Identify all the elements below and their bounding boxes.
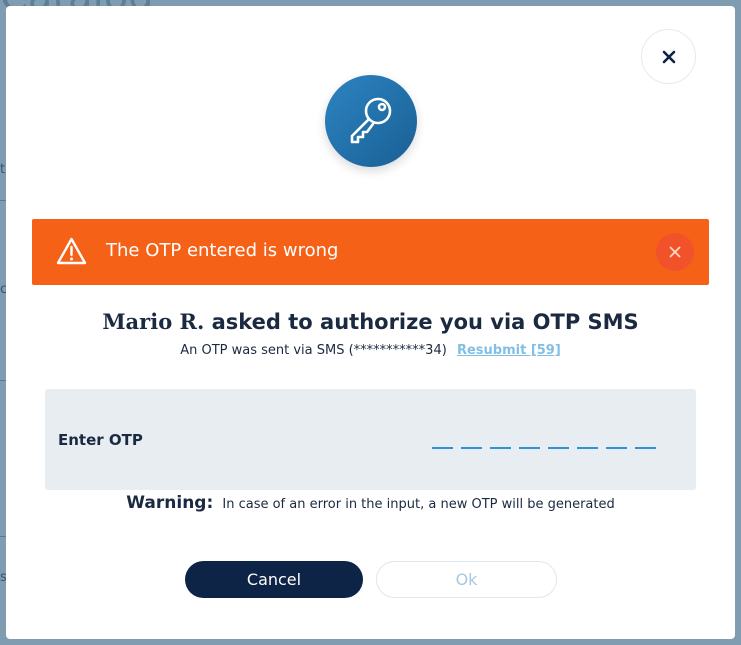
warning-text: In case of an error in the input, a new …	[222, 497, 615, 512]
alert-message: The OTP entered is wrong	[106, 240, 339, 261]
modal-close-button[interactable]	[641, 29, 696, 84]
headline-text: asked to authorize you via OTP SMS	[204, 310, 639, 334]
otp-digit-field[interactable]	[548, 431, 569, 449]
alert-close-button[interactable]	[656, 233, 694, 271]
key-icon	[350, 97, 392, 144]
requester-name: Mario R.	[102, 309, 205, 334]
otp-digit-field[interactable]	[519, 431, 540, 449]
ok-button[interactable]: Ok	[376, 561, 557, 598]
warning-icon	[56, 237, 87, 265]
resubmit-link[interactable]: Resubmit [59]	[457, 343, 561, 358]
warning-label: Warning:	[126, 493, 214, 513]
close-icon	[662, 50, 675, 63]
error-alert: The OTP entered is wrong	[32, 219, 709, 285]
otp-input	[432, 431, 656, 451]
otp-digit-field[interactable]	[432, 431, 453, 449]
cancel-button[interactable]: Cancel	[185, 561, 363, 598]
otp-digit-field[interactable]	[490, 431, 511, 449]
otp-label: Enter OTP	[58, 431, 143, 449]
otp-digit-field[interactable]	[461, 431, 482, 449]
warning-note: Warning: In case of an error in the inpu…	[6, 493, 735, 513]
background-text: t	[0, 162, 6, 177]
key-badge	[325, 75, 417, 167]
otp-authorization-modal: The OTP entered is wrong Mario R. asked …	[6, 6, 735, 639]
modal-headline: Mario R. asked to authorize you via OTP …	[6, 309, 735, 334]
close-icon	[669, 246, 681, 258]
otp-digit-field[interactable]	[577, 431, 598, 449]
otp-entry-panel: Enter OTP	[45, 389, 696, 490]
otp-digit-field[interactable]	[606, 431, 627, 449]
otp-digit-field[interactable]	[635, 431, 656, 449]
otp-sent-info: An OTP was sent via SMS (***********34) …	[6, 343, 735, 358]
otp-sent-text: An OTP was sent via SMS (***********34)	[180, 343, 447, 358]
